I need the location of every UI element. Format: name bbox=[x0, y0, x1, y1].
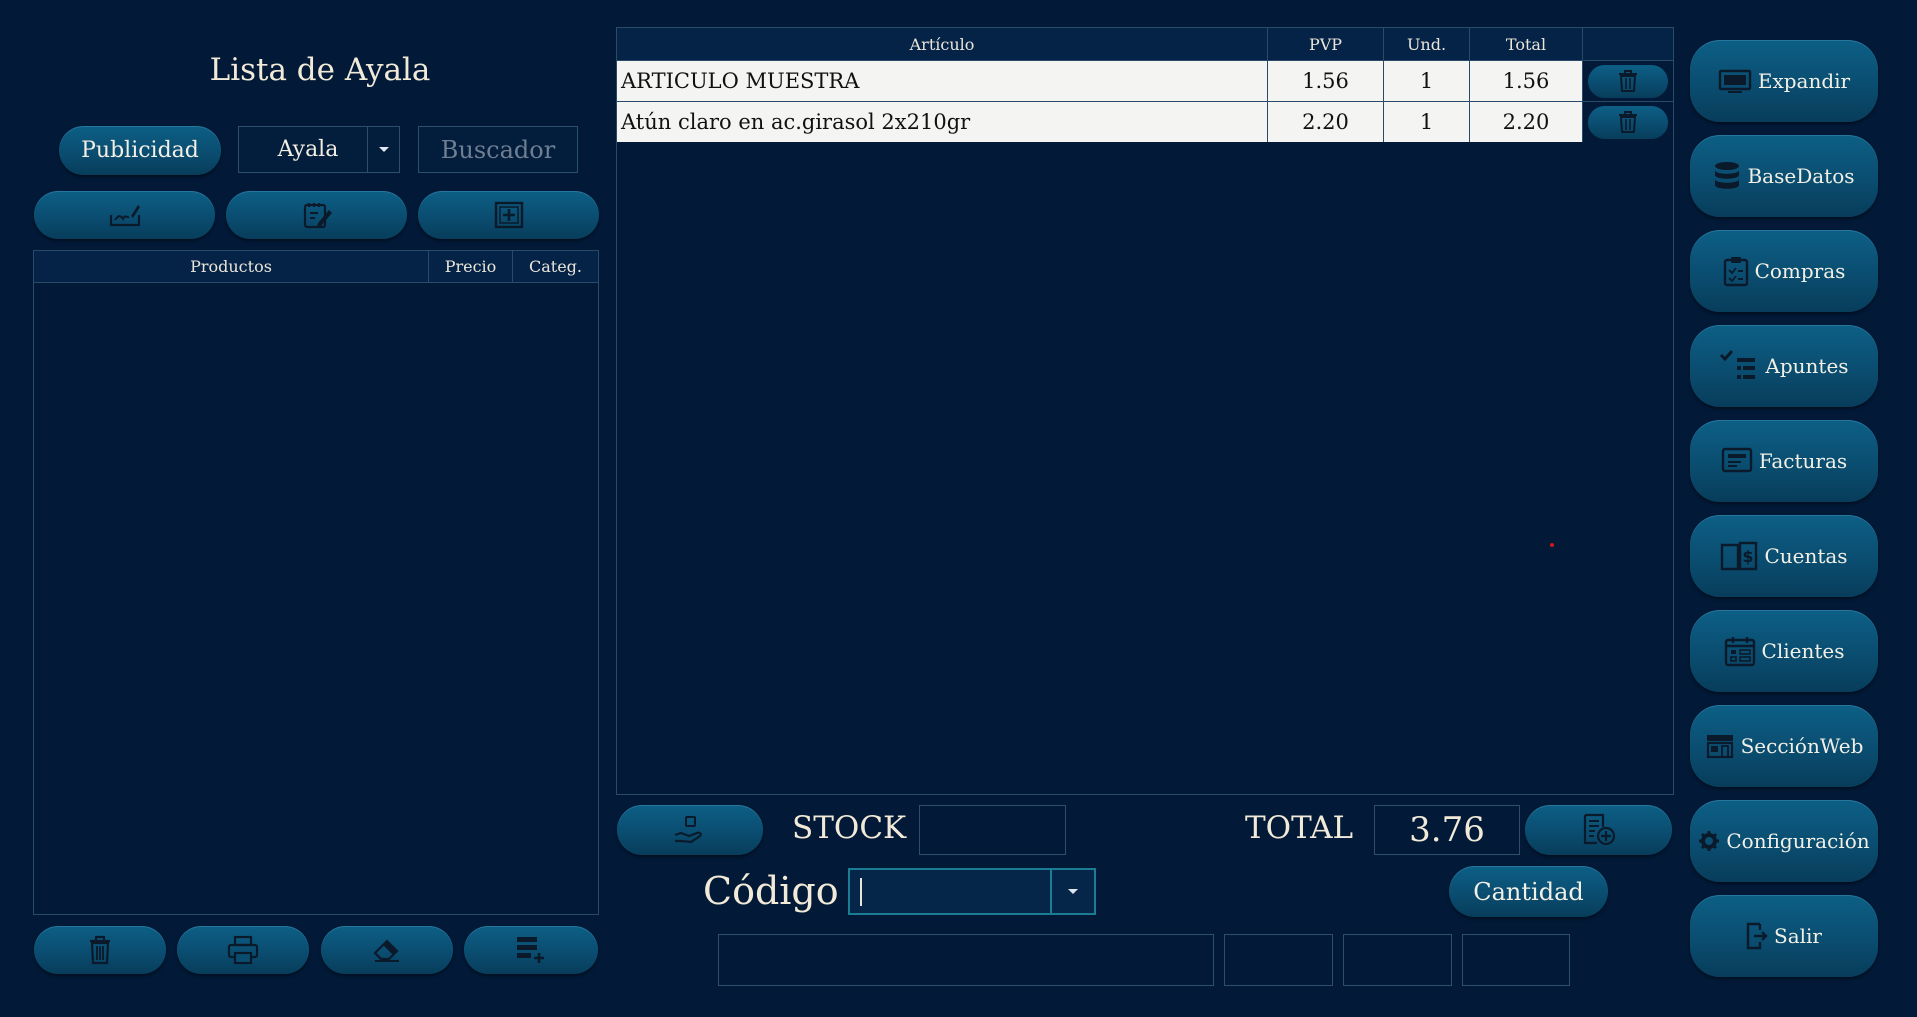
total-label: TOTAL bbox=[1245, 810, 1354, 846]
trash-icon bbox=[1619, 111, 1637, 133]
add-list-icon bbox=[517, 937, 544, 963]
column-header-und[interactable]: Und. bbox=[1384, 28, 1470, 60]
nav-label: Salir bbox=[1774, 924, 1822, 948]
cart-row-actions bbox=[1583, 102, 1673, 142]
monitor-icon bbox=[1718, 69, 1752, 93]
cart-cell-und[interactable]: 1 bbox=[1384, 61, 1470, 101]
publicidad-button[interactable]: Publicidad bbox=[59, 126, 221, 175]
products-table-header: Productos Precio Categ. bbox=[34, 251, 598, 283]
nav-label: SecciónWeb bbox=[1740, 734, 1864, 758]
trash-icon bbox=[90, 935, 110, 965]
cart-cell-articulo[interactable]: ARTICULO MUESTRA bbox=[617, 61, 1268, 101]
cart-cell-pvp[interactable]: 2.20 bbox=[1268, 102, 1384, 142]
list-select[interactable]: Ayala bbox=[238, 126, 400, 173]
store-icon bbox=[1706, 735, 1733, 759]
printer-icon bbox=[227, 935, 259, 965]
cart-cell-total[interactable]: 1.56 bbox=[1470, 61, 1583, 101]
codigo-label: Código bbox=[703, 869, 839, 913]
nav-facturas[interactable]: Facturas bbox=[1690, 420, 1878, 502]
column-header-total[interactable]: Total bbox=[1470, 28, 1583, 60]
add-box-icon bbox=[494, 201, 523, 229]
cantidad-button[interactable]: Cantidad bbox=[1449, 866, 1608, 917]
column-header-actions bbox=[1583, 28, 1673, 60]
cart-table-header: Artículo PVP Und. Total bbox=[617, 28, 1673, 60]
nav-label: Expandir bbox=[1757, 69, 1851, 93]
clipboard-icon bbox=[1723, 257, 1748, 287]
cart-cell-articulo[interactable]: Atún claro en ac.girasol 2x210gr bbox=[617, 102, 1268, 142]
calendar-icon bbox=[1724, 637, 1755, 667]
delete-row-button[interactable] bbox=[1588, 105, 1668, 139]
accounts-book-icon: $ bbox=[1721, 541, 1758, 571]
checklist-icon bbox=[1720, 350, 1756, 379]
text-caret bbox=[860, 878, 862, 906]
delete-button[interactable] bbox=[34, 926, 166, 974]
invoice-icon bbox=[1721, 447, 1753, 473]
info-field-2 bbox=[1343, 934, 1452, 986]
products-table[interactable]: Productos Precio Categ. bbox=[33, 250, 599, 915]
stock-button[interactable] bbox=[617, 805, 763, 855]
stock-field[interactable] bbox=[919, 805, 1066, 855]
delete-row-button[interactable] bbox=[1588, 64, 1668, 98]
nav-label: Clientes bbox=[1761, 639, 1845, 663]
column-header-categ[interactable]: Categ. bbox=[513, 251, 598, 282]
add-invoice-button[interactable] bbox=[1525, 805, 1672, 855]
nav-label: Facturas bbox=[1758, 449, 1848, 473]
info-field-description bbox=[718, 934, 1214, 986]
gear-icon bbox=[1699, 831, 1720, 851]
nav-label: Apuntes bbox=[1765, 354, 1849, 378]
column-header-precio[interactable]: Precio bbox=[429, 251, 513, 282]
trash-icon bbox=[1619, 70, 1637, 92]
nav-salir[interactable]: Salir bbox=[1690, 895, 1878, 977]
marker-dot bbox=[1550, 543, 1554, 547]
add-list-button[interactable] bbox=[464, 926, 598, 974]
nav-label: Compras bbox=[1754, 259, 1846, 283]
chevron-down-icon[interactable] bbox=[367, 127, 399, 172]
search-input[interactable]: Buscador bbox=[418, 126, 578, 173]
codigo-combobox[interactable] bbox=[848, 868, 1096, 915]
nav-label: Cuentas bbox=[1764, 544, 1848, 568]
invoice-add-icon bbox=[1583, 813, 1615, 846]
nav-seccionweb[interactable]: SecciónWeb bbox=[1690, 705, 1878, 787]
cart-row[interactable]: Atún claro en ac.girasol 2x210gr 2.20 1 … bbox=[617, 101, 1673, 142]
signature-edit-button[interactable] bbox=[34, 191, 215, 239]
total-value: 3.76 bbox=[1374, 805, 1520, 855]
codigo-input[interactable] bbox=[850, 870, 1050, 913]
nav-compras[interactable]: Compras bbox=[1690, 230, 1878, 312]
cart-row-actions bbox=[1583, 61, 1673, 101]
nav-label: BaseDatos bbox=[1747, 164, 1855, 188]
erase-button[interactable] bbox=[321, 926, 453, 974]
info-field-1 bbox=[1224, 934, 1333, 986]
list-select-value: Ayala bbox=[277, 137, 339, 162]
signature-edit-icon bbox=[109, 205, 140, 227]
column-header-productos[interactable]: Productos bbox=[34, 251, 429, 282]
nav-apuntes[interactable]: Apuntes bbox=[1690, 325, 1878, 407]
exit-icon bbox=[1746, 922, 1768, 950]
nav-basedatos[interactable]: BaseDatos bbox=[1690, 135, 1878, 217]
list-title: Lista de Ayala bbox=[209, 52, 431, 88]
cart-cell-und[interactable]: 1 bbox=[1384, 102, 1470, 142]
cart-cell-total[interactable]: 2.20 bbox=[1470, 102, 1583, 142]
chevron-down-icon[interactable] bbox=[1050, 870, 1094, 913]
edit-note-button[interactable] bbox=[226, 191, 407, 239]
print-button[interactable] bbox=[177, 926, 309, 974]
database-icon bbox=[1715, 162, 1740, 189]
cart-cell-pvp[interactable]: 1.56 bbox=[1268, 61, 1384, 101]
nav-clientes[interactable]: Clientes bbox=[1690, 610, 1878, 692]
svg-text:$: $ bbox=[1743, 547, 1754, 566]
nav-expandir[interactable]: Expandir bbox=[1690, 40, 1878, 122]
cart-row[interactable]: ARTICULO MUESTRA 1.56 1 1.56 bbox=[617, 60, 1673, 101]
info-field-3 bbox=[1462, 934, 1570, 986]
nav-configuracion[interactable]: Configuración bbox=[1690, 800, 1878, 882]
column-header-pvp[interactable]: PVP bbox=[1268, 28, 1384, 60]
nav-cuentas[interactable]: $ Cuentas bbox=[1690, 515, 1878, 597]
eraser-icon bbox=[373, 939, 399, 962]
edit-note-icon bbox=[303, 203, 332, 229]
nav-label: Configuración bbox=[1726, 829, 1870, 853]
column-header-articulo[interactable]: Artículo bbox=[617, 28, 1268, 60]
cart-table[interactable]: Artículo PVP Und. Total ARTICULO MUESTRA… bbox=[616, 27, 1674, 795]
add-box-button[interactable] bbox=[418, 191, 599, 239]
hand-box-icon bbox=[674, 816, 702, 844]
stock-label: STOCK bbox=[792, 810, 907, 846]
